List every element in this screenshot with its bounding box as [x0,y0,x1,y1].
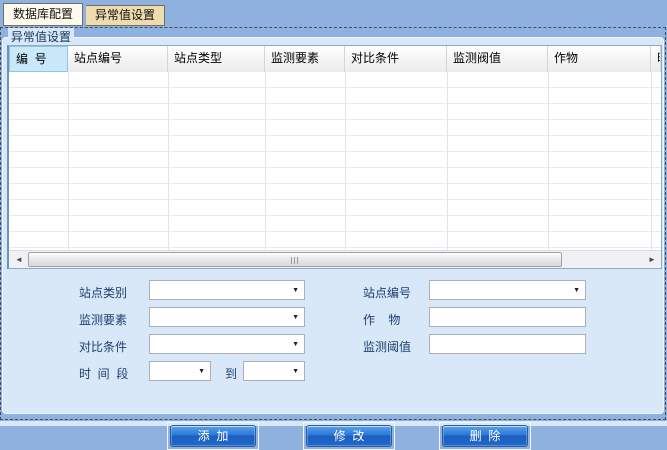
column-header-time[interactable]: 时 [651,46,661,72]
column-divider [345,72,346,250]
crop-label: 作 物 [363,311,400,328]
column-header-crop[interactable]: 作物 [548,46,651,72]
column-header-element[interactable]: 监测要素 [265,46,345,72]
dropdown-arrow-icon[interactable]: ▼ [198,368,205,375]
column-header-station-no[interactable]: 站点编号 [68,46,168,72]
groupbox-title: 异常值设置 [8,28,74,45]
add-button[interactable]: 添 加 [170,425,256,447]
abnormal-value-table[interactable]: 编 号 站点编号 站点类型 监测要素 对比条件 监测阀值 作物 时 ◄ [7,45,662,269]
time-from-combobox[interactable]: ▼ [149,361,211,381]
compare-condition-combobox[interactable]: ▼ [149,334,305,354]
scrollbar-gripper-icon [291,257,299,264]
delete-button[interactable]: 删 除 [442,425,528,447]
threshold-label: 监测阈值 [363,338,411,355]
dropdown-arrow-icon[interactable]: ▼ [573,287,580,294]
abnormal-value-settings-window: 数据库配置 异常值设置 异常值设置 编 号 站点编号 站点类型 监测要素 对比条… [0,0,667,426]
dropdown-arrow-icon[interactable]: ▼ [292,287,299,294]
time-to-label: 到 [225,365,237,382]
station-type-label: 站点类别 [79,284,127,301]
table-header-row: 编 号 站点编号 站点类型 监测要素 对比条件 监测阀值 作物 时 [9,46,661,72]
column-header-station-type[interactable]: 站点类型 [168,46,265,72]
time-to-combobox[interactable]: ▼ [243,361,305,381]
modify-button-outline: 修 改 [303,422,395,450]
column-header-condition[interactable]: 对比条件 [345,46,447,72]
tab-database-config[interactable]: 数据库配置 [3,3,83,26]
tab-abnormal-value-settings[interactable]: 异常值设置 [86,5,165,26]
column-divider [265,72,266,250]
add-button-outline: 添 加 [167,422,259,450]
crop-input[interactable] [431,309,584,325]
abnormal-value-groupbox: 异常值设置 编 号 站点编号 站点类型 监测要素 对比条件 监测阀值 作物 时 [2,37,664,414]
column-divider [168,72,169,250]
horizontal-scrollbar[interactable]: ◄ ► [9,250,661,268]
dropdown-arrow-icon[interactable]: ▼ [292,341,299,348]
monitor-element-combobox[interactable]: ▼ [149,307,305,327]
delete-button-outline: 删 除 [439,422,531,450]
column-divider [548,72,549,250]
scrollbar-thumb[interactable] [28,252,562,267]
column-divider [447,72,448,250]
station-type-combobox[interactable]: ▼ [149,280,305,300]
station-no-combobox[interactable]: ▼ [429,280,586,300]
column-header-threshold[interactable]: 监测阀值 [447,46,548,72]
monitor-element-label: 监测要素 [79,311,127,328]
crop-field-box [429,307,586,327]
column-header-id[interactable]: 编 号 [9,46,68,72]
dropdown-arrow-icon[interactable]: ▼ [292,368,299,375]
threshold-input[interactable] [431,336,584,352]
modify-button[interactable]: 修 改 [306,425,392,447]
table-body-empty[interactable] [9,72,661,250]
column-divider [68,72,69,250]
station-no-label: 站点编号 [363,284,411,301]
time-range-label: 时 间 段 [79,365,128,382]
compare-condition-label: 对比条件 [79,338,127,355]
dropdown-arrow-icon[interactable]: ▼ [292,314,299,321]
column-divider [651,72,652,250]
scroll-left-icon[interactable]: ◄ [10,251,28,268]
threshold-field-box [429,334,586,354]
scroll-right-icon[interactable]: ► [643,251,661,268]
